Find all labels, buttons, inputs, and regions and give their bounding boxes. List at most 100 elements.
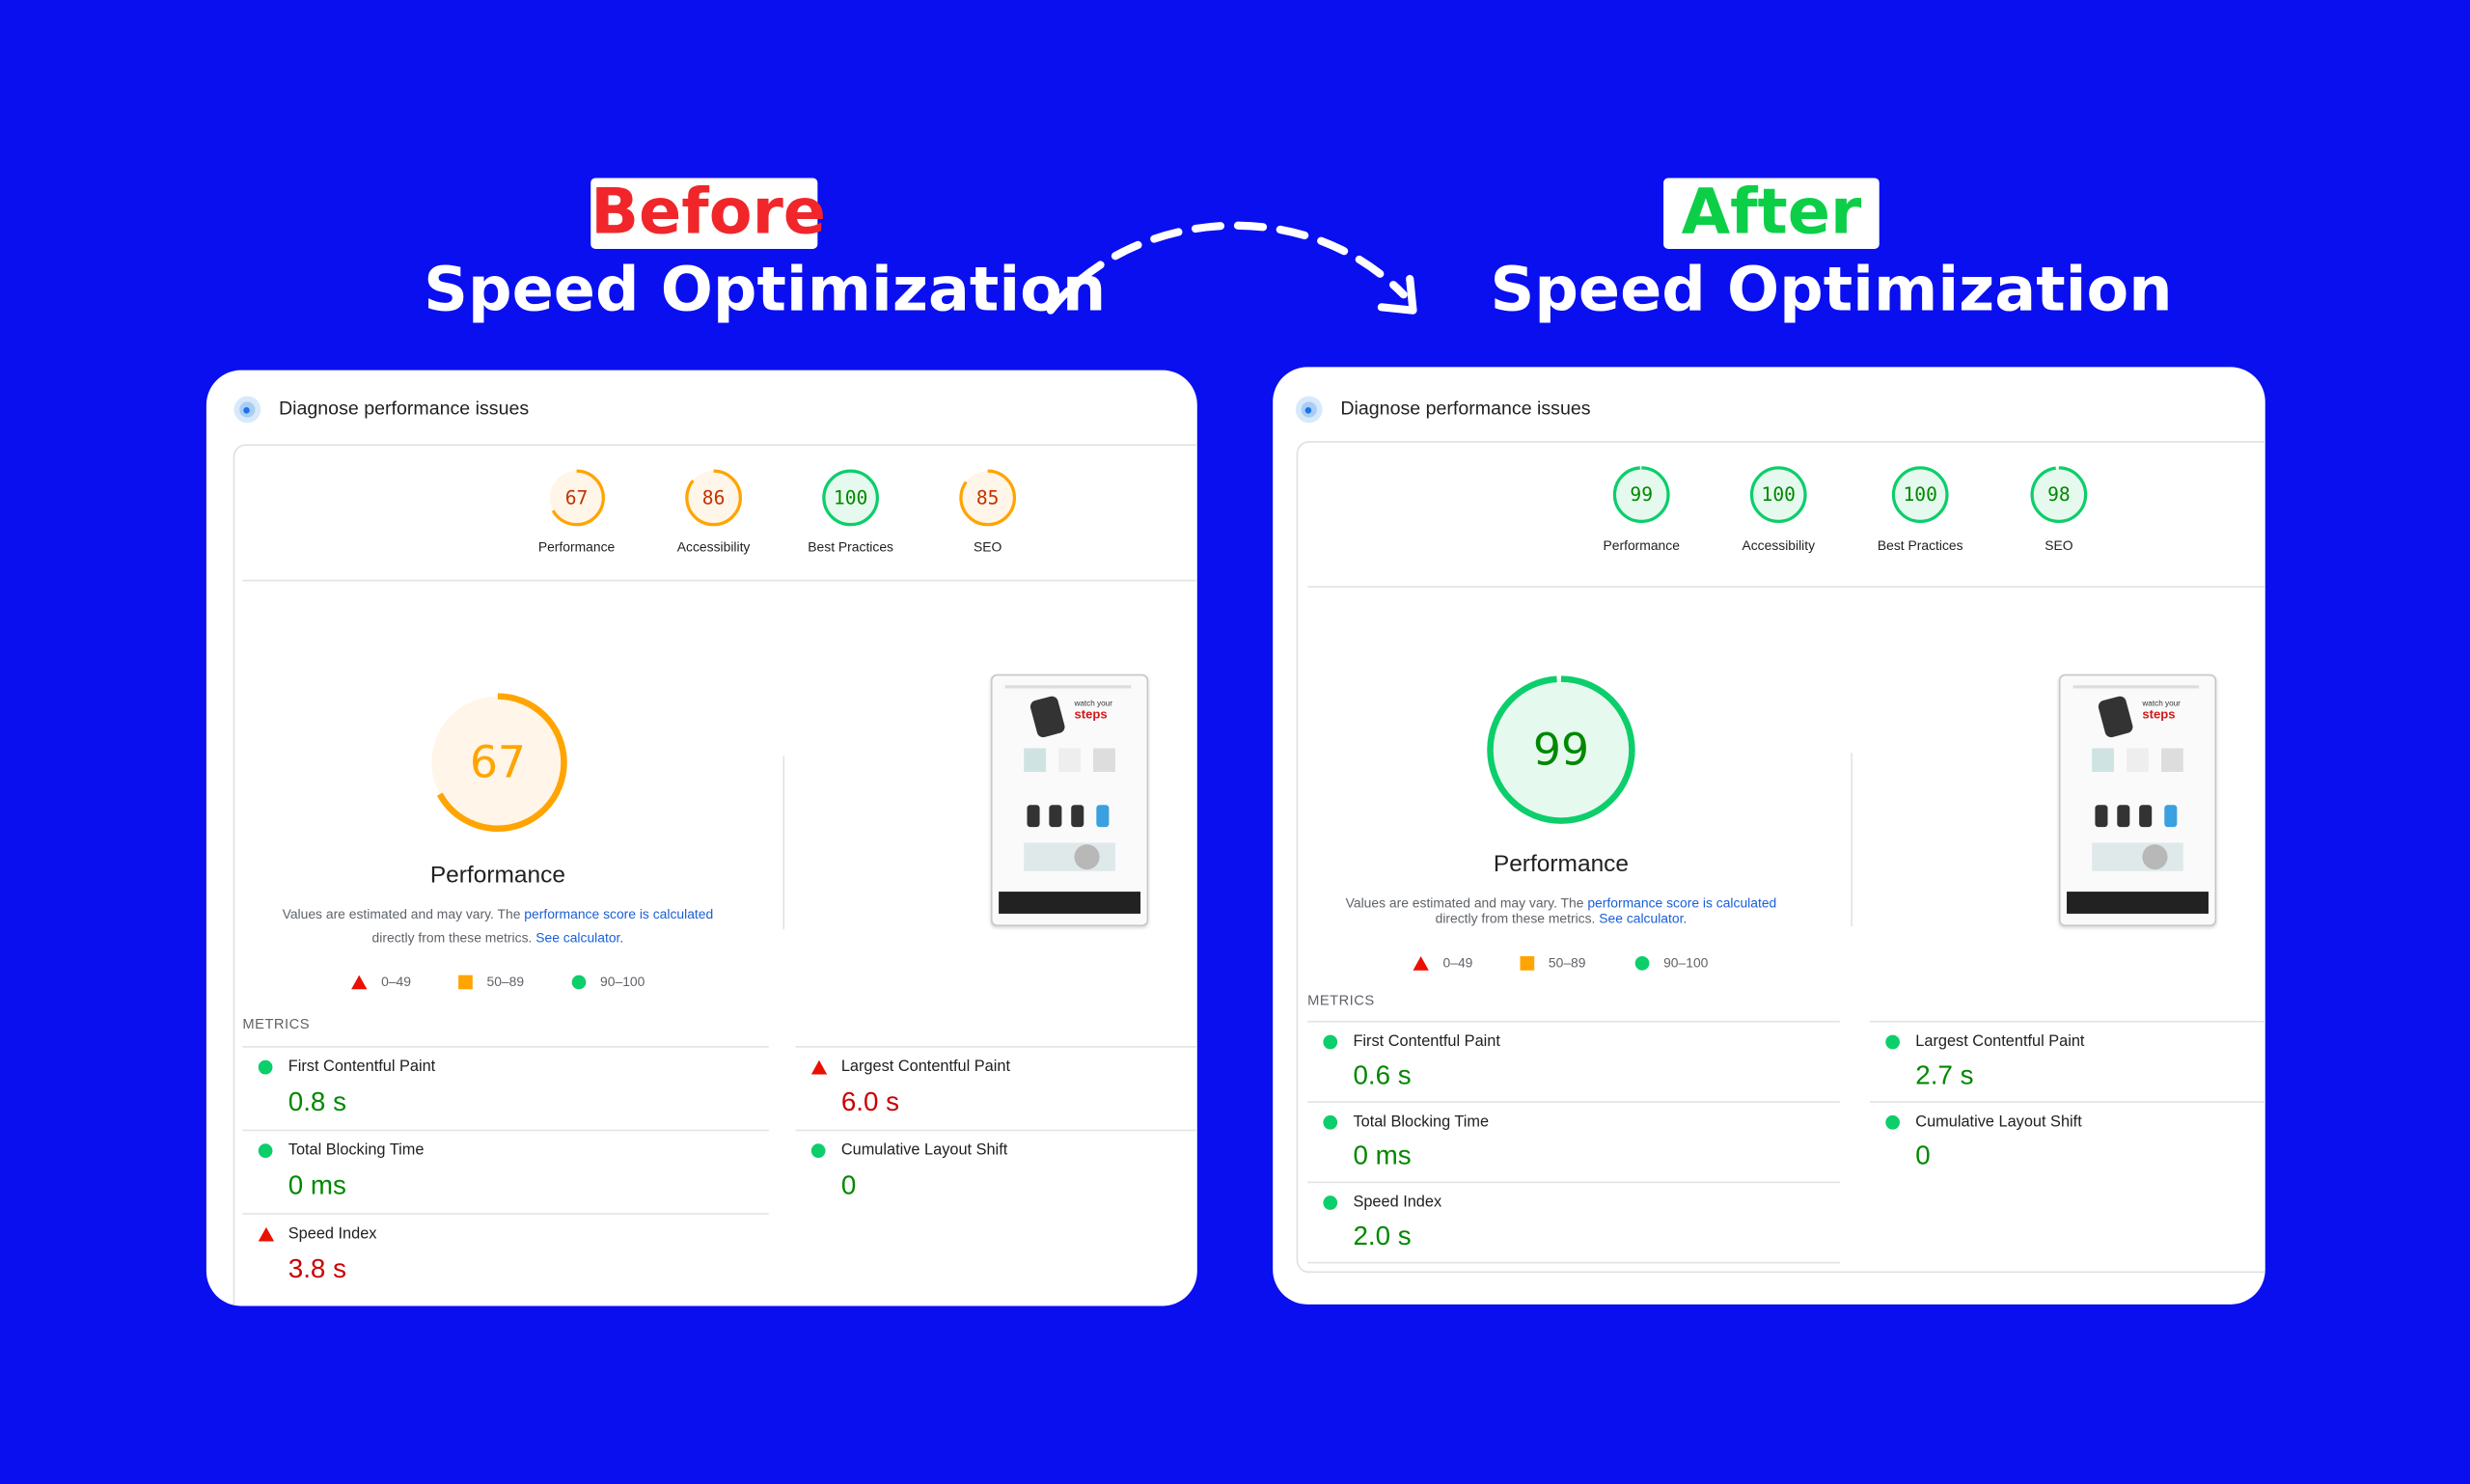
fail-triangle-icon	[1413, 955, 1429, 970]
metric-label: First Contentful Paint	[258, 1058, 436, 1077]
metric-value: 3.8 s	[288, 1253, 346, 1284]
category-label: Accessibility	[676, 538, 751, 555]
metric-value: 0	[840, 1170, 857, 1201]
score-calculation-link[interactable]: performance score is calculated	[524, 906, 713, 921]
category-score: 85	[975, 486, 1000, 509]
metric-name: Total Blocking Time	[288, 1141, 425, 1160]
category-score: 100	[1903, 483, 1937, 507]
pagespeed-icon	[233, 396, 261, 424]
legend-range: 90–100	[1663, 954, 1709, 971]
metric-value: 0 ms	[1353, 1140, 1412, 1171]
score-description: Values are estimated and may vary. The p…	[283, 906, 714, 921]
metric-divider	[242, 1213, 769, 1215]
legend-range: 0–49	[1442, 954, 1473, 971]
metric-name: Cumulative Layout Shift	[840, 1141, 1008, 1160]
metric-status-icon	[1323, 1195, 1338, 1210]
metric-label: Largest Contentful Paint	[1885, 1033, 2085, 1051]
metric-label: Total Blocking Time	[258, 1141, 425, 1160]
metric-label: Largest Contentful Paint	[810, 1058, 1011, 1077]
comparison-graphic: Before Speed Optimization After Speed Op…	[0, 0, 2470, 1484]
metric-divider	[795, 1046, 1197, 1048]
after-title: Speed Optimization	[1490, 255, 2173, 326]
watch-image	[2097, 695, 2134, 739]
metric-value: 2.7 s	[1915, 1059, 1974, 1090]
before-title: Speed Optimization	[424, 255, 1107, 326]
metric-name: Largest Contentful Paint	[840, 1058, 1011, 1077]
category-label: Accessibility	[1742, 536, 1816, 554]
metric-status-icon	[258, 1226, 275, 1242]
main-score: 99	[1532, 724, 1590, 777]
category-label: SEO	[974, 538, 1002, 555]
divider	[242, 579, 1197, 582]
legend-range: 0–49	[381, 973, 411, 990]
thumbnail-text: steps	[2142, 707, 2176, 722]
category-label: Performance	[1603, 536, 1680, 554]
metrics-heading: METRICS	[1307, 992, 1375, 1008]
metric-value: 0	[1915, 1140, 1931, 1171]
metric-divider	[1307, 1261, 1840, 1264]
category-score: 99	[1630, 483, 1654, 507]
watch-image	[1029, 695, 1066, 739]
before-report-card: Diagnose performance issues 67 Performance…	[206, 370, 1197, 1306]
metric-value: 6.0 s	[840, 1086, 900, 1117]
average-square-icon	[1520, 955, 1535, 970]
metric-status-icon	[810, 1059, 828, 1075]
metric-name: First Contentful Paint	[288, 1058, 436, 1077]
metric-status-icon	[1323, 1034, 1338, 1050]
metric-status-icon	[258, 1059, 273, 1075]
metric-divider	[1307, 1181, 1840, 1184]
fail-triangle-icon	[351, 974, 368, 989]
main-score-label: Performance	[429, 862, 566, 889]
metric-divider	[1869, 1020, 2265, 1023]
see-calculator-link[interactable]: See calculator.	[1599, 911, 1687, 926]
category-score: 100	[1761, 483, 1796, 507]
metric-name: Largest Contentful Paint	[1915, 1033, 2085, 1051]
pass-circle-icon	[1634, 955, 1650, 970]
metric-status-icon	[1323, 1114, 1338, 1130]
page-screenshot-thumbnail[interactable]: watch your steps	[2058, 673, 2217, 926]
metric-label: Cumulative Layout Shift	[810, 1141, 1008, 1160]
description-text: Values are estimated and may vary. The	[1345, 894, 1588, 911]
see-calculator-link[interactable]: See calculator.	[535, 929, 623, 945]
score-description: Values are estimated and may vary. The p…	[1346, 894, 1777, 910]
metric-label: Speed Index	[1323, 1194, 1442, 1212]
legend-range: 50–89	[486, 973, 525, 990]
metric-name: Speed Index	[288, 1225, 377, 1244]
category-label: Best Practices	[1877, 536, 1963, 554]
metric-label: First Contentful Paint	[1323, 1033, 1500, 1051]
category-label: Performance	[537, 538, 616, 555]
metrics-heading: METRICS	[242, 1016, 310, 1032]
metric-value: 2.0 s	[1353, 1221, 1412, 1251]
score-calculation-link[interactable]: performance score is calculated	[1587, 894, 1776, 910]
metric-value: 0.6 s	[1353, 1059, 1412, 1090]
legend-range: 50–89	[1548, 954, 1586, 971]
metric-value: 0 ms	[288, 1170, 346, 1201]
pagespeed-icon	[1295, 396, 1323, 424]
metric-divider	[795, 1129, 1197, 1132]
main-score-label: Performance	[1493, 850, 1630, 878]
metric-name: Speed Index	[1353, 1194, 1442, 1212]
metric-label: Total Blocking Time	[1323, 1113, 1490, 1132]
average-square-icon	[458, 974, 473, 989]
after-badge: After	[1663, 178, 1880, 249]
description-text: directly from these metrics.	[1435, 910, 1600, 926]
legend-average: 50–89	[1520, 954, 1586, 971]
metric-label: Speed Index	[258, 1225, 377, 1244]
legend-range: 90–100	[600, 973, 645, 990]
metric-divider	[1307, 1101, 1840, 1103]
metric-status-icon	[810, 1143, 826, 1158]
metric-name: Total Blocking Time	[1353, 1113, 1490, 1132]
legend-average: 50–89	[458, 974, 524, 989]
report-header: Diagnose performance issues	[278, 397, 530, 420]
report-header: Diagnose performance issues	[1340, 397, 1591, 420]
metric-label: Cumulative Layout Shift	[1885, 1113, 2082, 1131]
metric-divider	[242, 1129, 769, 1132]
category-label: Best Practices	[808, 538, 893, 555]
category-score: 100	[833, 486, 868, 509]
metric-name: First Contentful Paint	[1353, 1033, 1500, 1051]
page-screenshot-thumbnail[interactable]: watch your steps	[990, 673, 1149, 926]
vertical-divider	[1851, 753, 1852, 926]
metric-value: 0.8 s	[288, 1086, 346, 1117]
legend-good: 90–100	[571, 973, 645, 990]
vertical-divider	[782, 756, 785, 930]
